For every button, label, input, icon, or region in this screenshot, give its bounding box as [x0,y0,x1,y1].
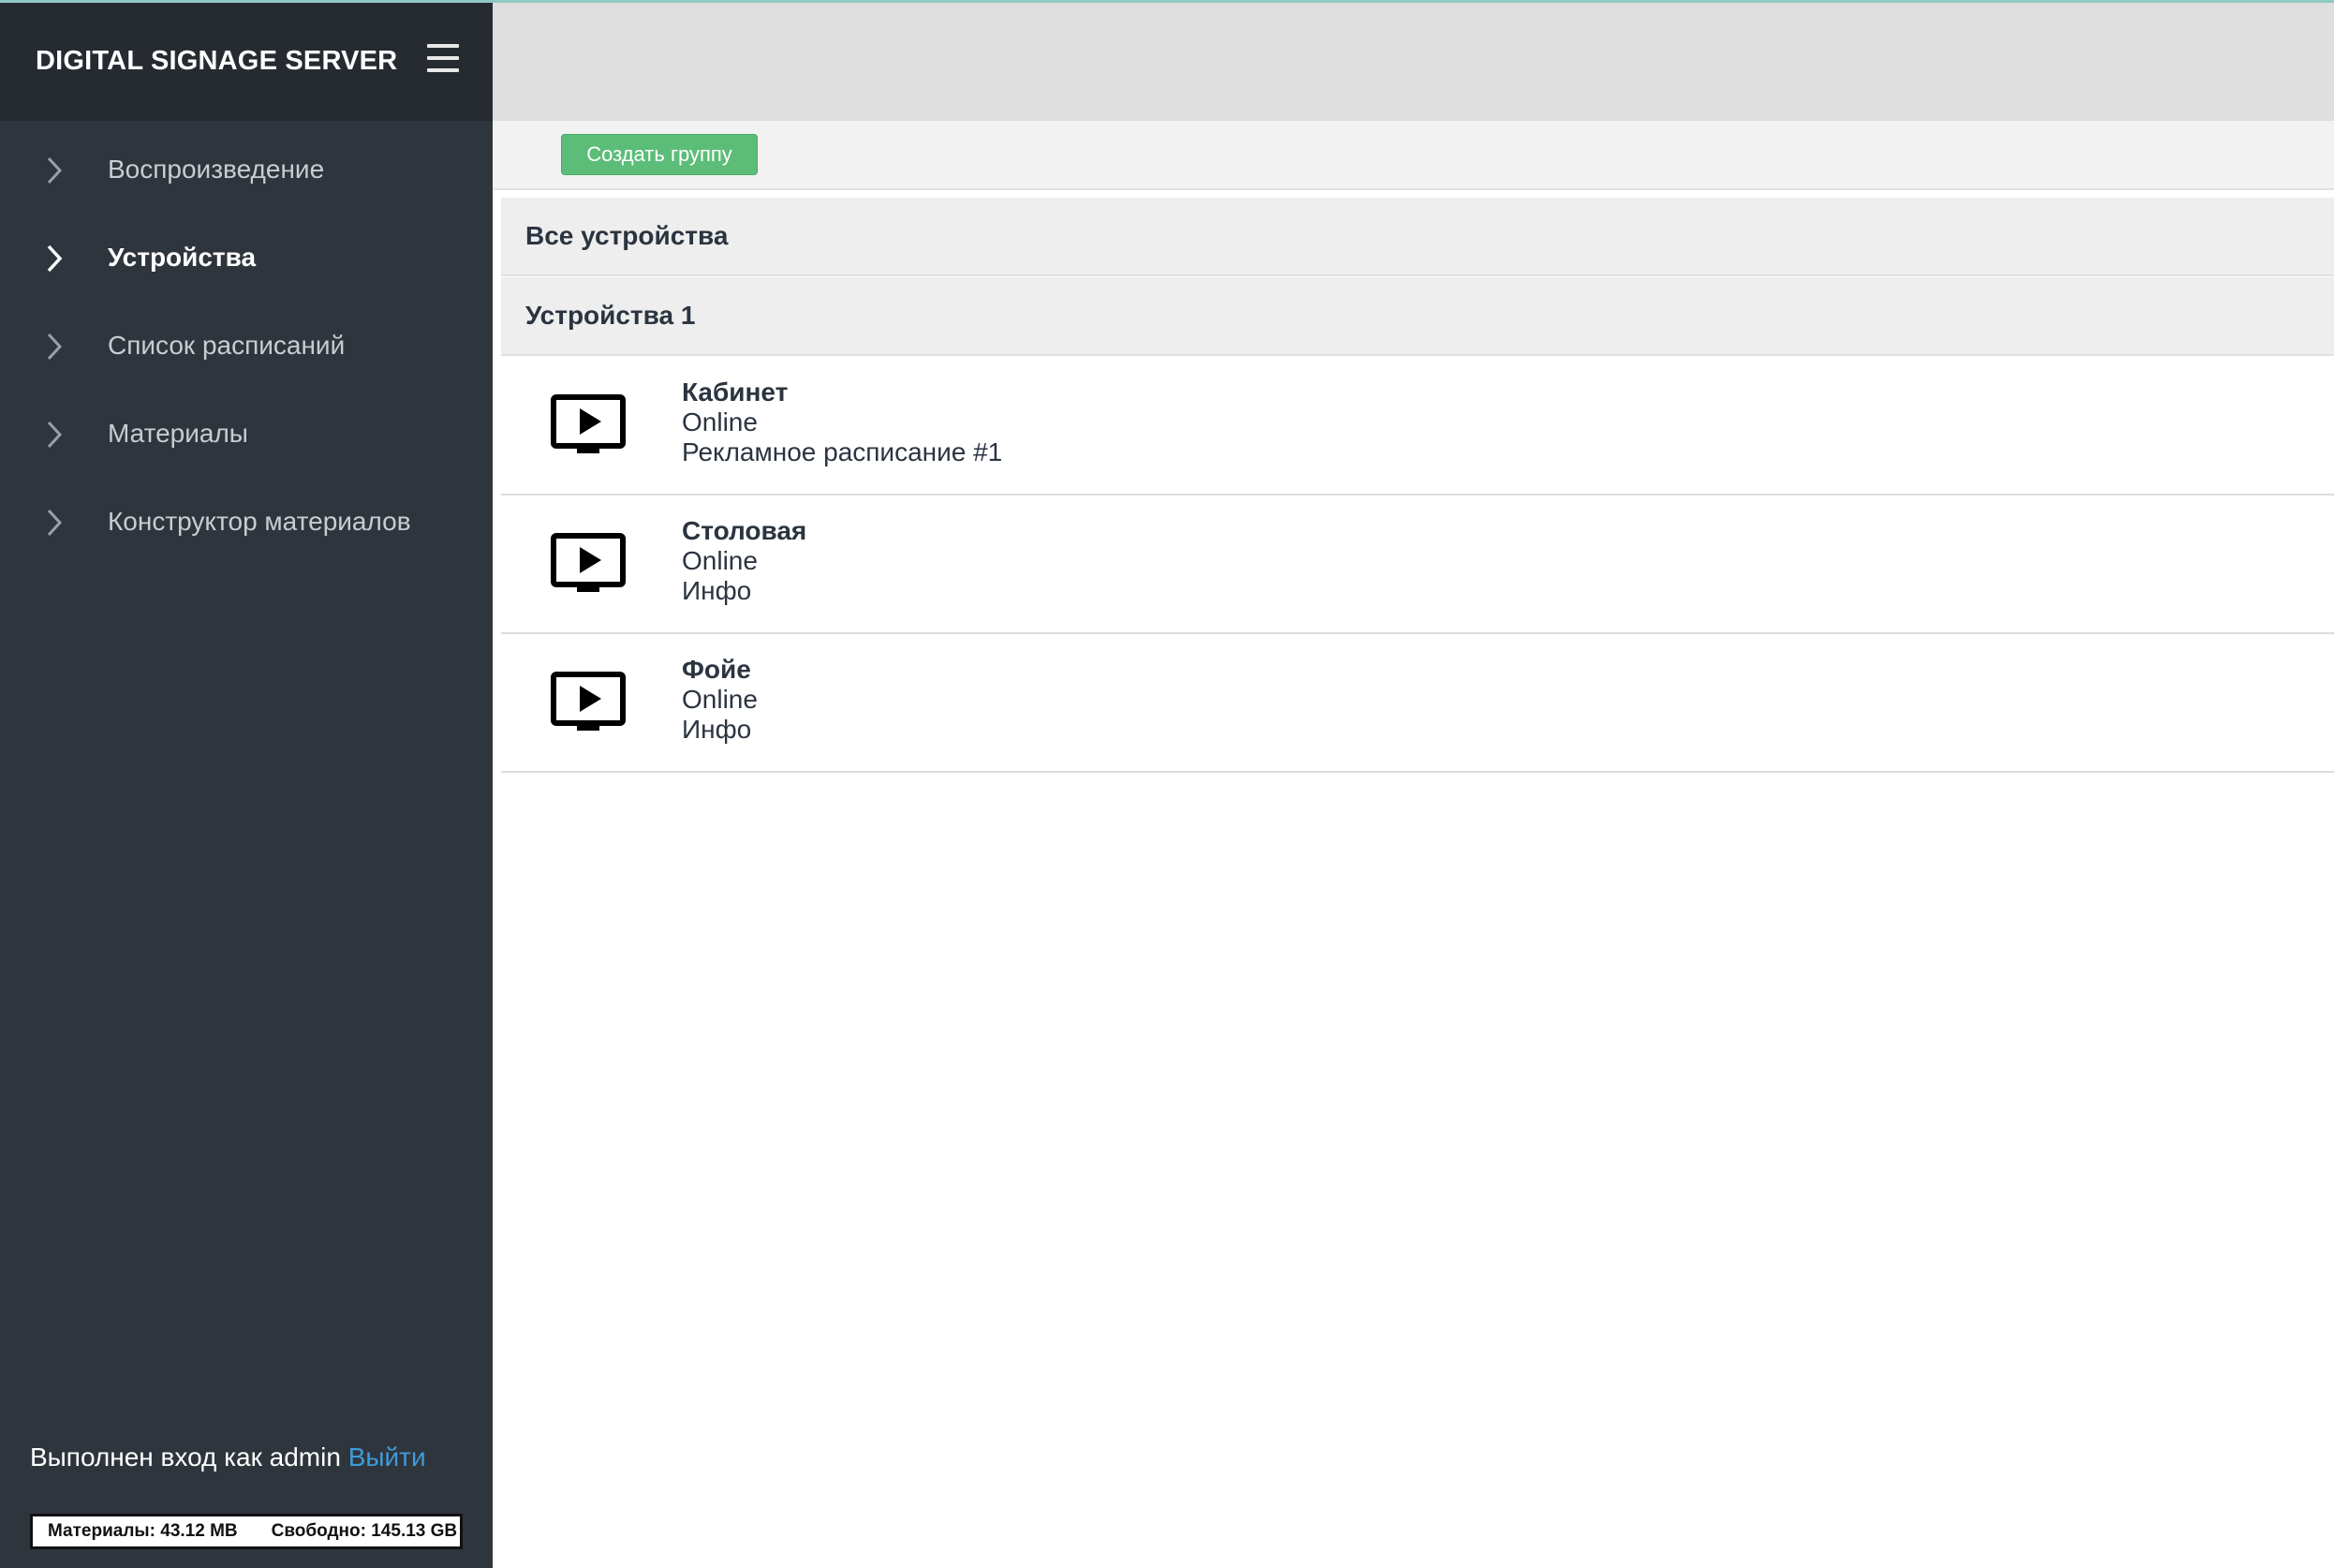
login-status: Выполнен вход как admin Выйти [30,1442,426,1472]
chevron-right-icon [47,244,63,273]
device-info: Кабинет Online Рекламное расписание #1 [682,377,1002,467]
create-group-button[interactable]: Создать группу [561,134,758,175]
app-title: DIGITAL SIGNAGE SERVER [36,46,398,76]
tv-play-icon [551,672,626,731]
sidebar-item-playback[interactable]: Воспроизведение [0,126,493,214]
group-label: Все устройства [525,221,729,250]
sidebar-item-label: Устройства [108,243,257,272]
device-status: Online [682,685,758,714]
device-row[interactable]: Фойе Online Инфо [501,634,2334,773]
top-accent-line [0,0,2334,3]
logout-link[interactable]: Выйти [348,1442,426,1472]
sidebar-item-devices[interactable]: Устройства [0,214,493,303]
device-name: Столовая [682,516,807,545]
group-label: Устройства 1 [525,301,696,330]
device-info: Столовая Online Инфо [682,516,806,606]
device-info: Фойе Online Инфо [682,655,758,745]
chevron-right-icon [47,333,63,361]
sidebar-nav: Воспроизведение Устройства Список распис… [0,126,493,567]
device-status: Online [682,407,758,436]
device-schedule: Инфо [682,715,752,744]
sidebar-item-materials[interactable]: Материалы [0,391,493,479]
free-space: Свободно: 145.13 GB [271,1521,458,1541]
device-name: Кабинет [682,377,789,407]
sidebar-item-label: Конструктор материалов [108,507,411,536]
storage-info: Материалы: 43.12 MB Свободно: 145.13 GB [30,1514,463,1549]
sidebar-item-label: Воспроизведение [108,155,325,184]
group-row-all-devices[interactable]: Все устройства [501,198,2334,276]
device-schedule: Инфо [682,576,752,605]
tv-play-icon [551,533,626,592]
main-header [493,3,2334,121]
main-content: Создать группу Все устройства Устройства… [493,0,2334,1568]
tv-play-icon [551,394,626,453]
device-schedule: Рекламное расписание #1 [682,437,1003,466]
device-row[interactable]: Столовая Online Инфо [501,496,2334,634]
login-text: Выполнен вход как admin [30,1442,341,1472]
group-row-devices-1[interactable]: Устройства 1 [501,277,2334,356]
materials-size: Материалы: 43.12 MB [48,1521,238,1541]
sidebar-header: DIGITAL SIGNAGE SERVER [0,3,493,121]
device-name: Фойе [682,655,751,684]
device-status: Online [682,546,758,575]
sidebar-item-label: Материалы [108,419,248,448]
device-row[interactable]: Кабинет Online Рекламное расписание #1 [501,357,2334,496]
hamburger-menu-icon[interactable] [427,42,459,74]
chevron-right-icon [47,421,63,449]
device-list: Кабинет Online Рекламное расписание #1 С… [501,357,2334,773]
sidebar-item-material-builder[interactable]: Конструктор материалов [0,479,493,567]
chevron-right-icon [47,156,63,185]
toolbar: Создать группу [493,121,2334,190]
chevron-right-icon [47,509,63,537]
sidebar-item-label: Список расписаний [108,331,346,360]
sidebar: DIGITAL SIGNAGE SERVER Воспроизведение У… [0,0,493,1568]
sidebar-item-schedules[interactable]: Список расписаний [0,303,493,391]
